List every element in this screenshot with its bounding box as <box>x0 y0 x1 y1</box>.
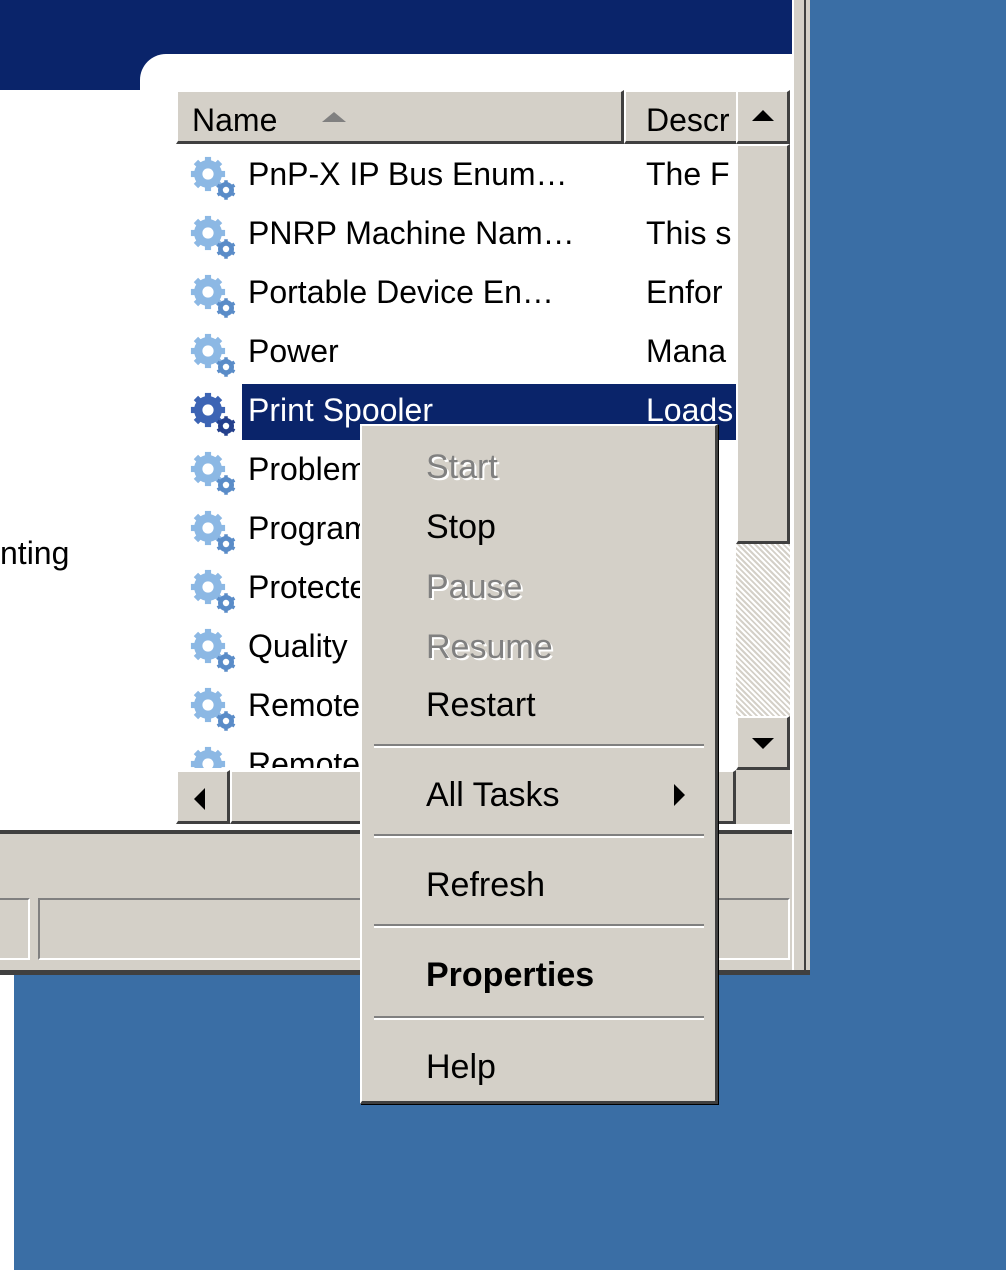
gear-service-icon <box>186 390 242 440</box>
description-text: nting <box>0 535 70 571</box>
description-pane: nting <box>0 90 176 830</box>
service-name: Portable Device En… <box>248 274 554 310</box>
service-name: Power <box>248 333 339 369</box>
arrow-down-icon <box>752 738 774 749</box>
menu-item-pause: Pause <box>362 558 715 616</box>
menu-item-label: Refresh <box>426 866 546 904</box>
gear-service-icon <box>186 213 242 263</box>
menu-separator <box>374 744 704 748</box>
column-description-label: Descr <box>646 102 730 138</box>
menu-item-properties[interactable]: Properties <box>362 946 715 1004</box>
menu-item-label: Stop <box>426 508 496 546</box>
service-name: PNRP Machine Nam… <box>248 215 575 251</box>
menu-item-label: Properties <box>426 956 595 994</box>
menu-item-label: Help <box>426 1048 496 1086</box>
vertical-scrollbar[interactable] <box>736 90 790 770</box>
menu-item-label: Start <box>426 448 498 486</box>
service-row[interactable]: Power Mana <box>176 325 736 383</box>
menu-item-stop[interactable]: Stop <box>362 498 715 556</box>
service-name: PnP-X IP Bus Enum… <box>248 156 568 192</box>
gear-service-icon <box>186 508 242 558</box>
gear-service-icon <box>186 272 242 322</box>
menu-item-all-tasks[interactable]: All Tasks <box>362 766 715 824</box>
service-row[interactable]: PNRP Machine Nam… This s <box>176 207 736 265</box>
gear-service-icon <box>186 154 242 204</box>
gear-service-icon <box>186 685 242 735</box>
service-description: The F <box>646 156 730 192</box>
service-description: This s <box>646 215 732 251</box>
scrollbar-corner <box>736 770 790 824</box>
service-description: Mana <box>646 333 727 369</box>
menu-item-start: Start <box>362 438 715 496</box>
status-panel <box>0 898 30 960</box>
arrow-up-icon <box>752 110 774 121</box>
vertical-scroll-thumb[interactable] <box>736 144 790 544</box>
menu-item-label: All Tasks <box>426 776 560 814</box>
service-description: Enfor <box>646 274 723 310</box>
column-name-label: Name <box>192 102 278 138</box>
service-row[interactable]: PnP-X IP Bus Enum… The F <box>176 148 736 206</box>
submenu-arrow-icon <box>674 784 685 806</box>
scroll-left-button[interactable] <box>176 770 230 824</box>
menu-separator <box>374 924 704 928</box>
sort-ascending-icon <box>322 112 346 122</box>
title-bar[interactable] <box>0 0 792 54</box>
gear-service-icon <box>186 449 242 499</box>
menu-item-label: Pause <box>426 568 523 606</box>
menu-item-help[interactable]: Help <box>362 1038 715 1096</box>
scroll-up-button[interactable] <box>736 90 790 144</box>
menu-separator <box>374 1016 704 1020</box>
window-frame-edge <box>792 0 806 975</box>
gear-service-icon <box>186 744 242 768</box>
menu-item-refresh[interactable]: Refresh <box>362 856 715 914</box>
menu-item-restart[interactable]: Restart <box>362 676 715 734</box>
menu-item-resume: Resume <box>362 618 715 676</box>
list-header: Name Descr <box>176 90 736 144</box>
scroll-down-button[interactable] <box>736 716 790 770</box>
service-row[interactable]: Portable Device En… Enfor <box>176 266 736 324</box>
column-header-name[interactable]: Name <box>176 90 624 144</box>
context-menu: Start Stop Pause Resume Restart All Tasks Refr… <box>360 424 718 1104</box>
gear-service-icon <box>186 626 242 676</box>
menu-separator <box>374 834 704 838</box>
gear-service-icon <box>186 331 242 381</box>
menu-item-label: Restart <box>426 686 536 724</box>
arrow-left-icon <box>194 788 205 810</box>
column-header-description[interactable]: Descr <box>624 90 736 144</box>
menu-item-label: Resume <box>426 628 553 666</box>
gear-service-icon <box>186 567 242 617</box>
